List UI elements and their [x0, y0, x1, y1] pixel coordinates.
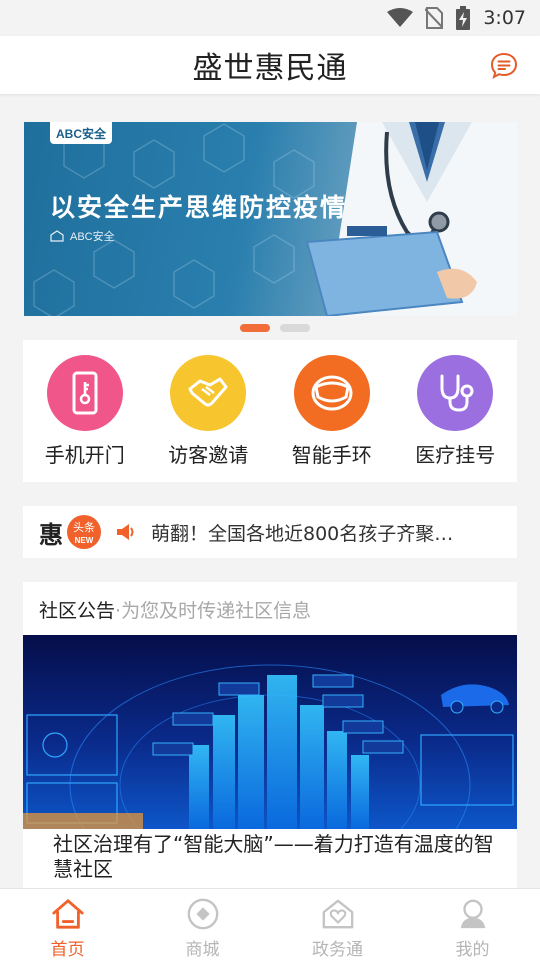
carousel-dot[interactable]	[280, 324, 310, 332]
quick-action-phone-door[interactable]: 手机开门	[30, 355, 140, 468]
quick-action-label: 访客邀请	[168, 443, 249, 467]
news-ticker[interactable]: 惠 头条 NEW 萌翻！全国各地近800名孩子齐聚…	[23, 506, 517, 558]
news-headline: 萌翻！全国各地近800名孩子齐聚…	[151, 522, 454, 545]
handshake-icon	[188, 377, 228, 407]
banner-sub-brand: ABC安全	[50, 228, 115, 244]
notice-title: 社区公告	[39, 600, 116, 622]
app-header: 盛世惠民通	[0, 36, 540, 94]
news-logo-badge: NEW	[75, 536, 94, 545]
news-prefix: 惠	[39, 520, 63, 549]
quick-action-label: 智能手环	[291, 443, 372, 467]
news-logo-text: 头条	[73, 520, 95, 534]
quick-actions-panel: 手机开门 访客邀请 智能手环 医疗挂号	[23, 340, 517, 482]
message-icon[interactable]	[490, 52, 518, 80]
tab-home[interactable]: 首页	[0, 889, 135, 960]
community-notice-card[interactable]: 社区公告·为您及时传递社区信息 社区治理有了“智能大脑”——着力打造有温度的智慧…	[23, 582, 517, 888]
building-icon	[50, 230, 64, 242]
stethoscope-icon	[440, 374, 474, 412]
notice-subtitle: 为您及时传递社区信息	[121, 600, 312, 622]
government-icon	[322, 899, 353, 929]
page-title: 盛世惠民通	[192, 51, 348, 86]
quick-action-label: 医疗挂号	[415, 443, 496, 467]
quick-action-medical[interactable]: 医疗挂号	[400, 355, 510, 468]
wifi-icon	[387, 8, 414, 27]
home-icon	[51, 899, 84, 929]
notice-article-title[interactable]: 社区治理有了“智能大脑”——着力打造有温度的智慧社区	[53, 832, 505, 882]
quick-action-circle	[417, 355, 494, 431]
tab-label: 商城	[185, 940, 220, 960]
battery-charging-icon	[456, 6, 471, 30]
bottom-tab-bar: 首页 商城 政务通 我的	[0, 888, 540, 960]
status-bar: 3:07	[0, 0, 540, 36]
profile-icon	[460, 899, 485, 929]
headline-news-logo-icon: 头条 NEW	[67, 515, 101, 549]
tab-label: 我的	[455, 940, 490, 960]
smart-city-illustration-icon	[23, 664, 514, 829]
speaker-icon	[117, 524, 134, 540]
no-sim-icon	[425, 7, 444, 29]
tab-label: 首页	[50, 940, 85, 960]
tab-shop[interactable]: 商城	[135, 889, 270, 960]
quick-action-circle	[293, 355, 370, 431]
phone-key-icon	[72, 371, 98, 415]
quick-action-circle	[46, 355, 123, 431]
quick-action-visitor-invite[interactable]: 访客邀请	[153, 355, 263, 468]
tab-label: 政务通	[312, 940, 363, 960]
wristband-icon	[311, 375, 353, 411]
banner-sub-label: ABC安全	[70, 231, 115, 243]
doctor-illustration-icon	[305, 122, 517, 316]
tab-profile[interactable]: 我的	[405, 889, 540, 960]
banner-badge: ABC安全	[50, 122, 112, 144]
shop-icon	[187, 898, 218, 930]
tab-government[interactable]: 政务通	[270, 889, 405, 960]
notice-image[interactable]	[23, 635, 517, 829]
quick-action-wristband[interactable]: 智能手环	[277, 355, 387, 468]
quick-action-label: 手机开门	[44, 443, 125, 467]
notice-header: 社区公告·为您及时传递社区信息	[39, 596, 311, 623]
promo-banner[interactable]: ABC安全 以安全生产思维防控疫情 ABC安全	[24, 122, 517, 316]
status-time: 3:07	[483, 7, 526, 29]
carousel-indicator	[240, 324, 310, 332]
quick-action-circle	[170, 355, 247, 431]
carousel-dot-active[interactable]	[240, 324, 270, 332]
